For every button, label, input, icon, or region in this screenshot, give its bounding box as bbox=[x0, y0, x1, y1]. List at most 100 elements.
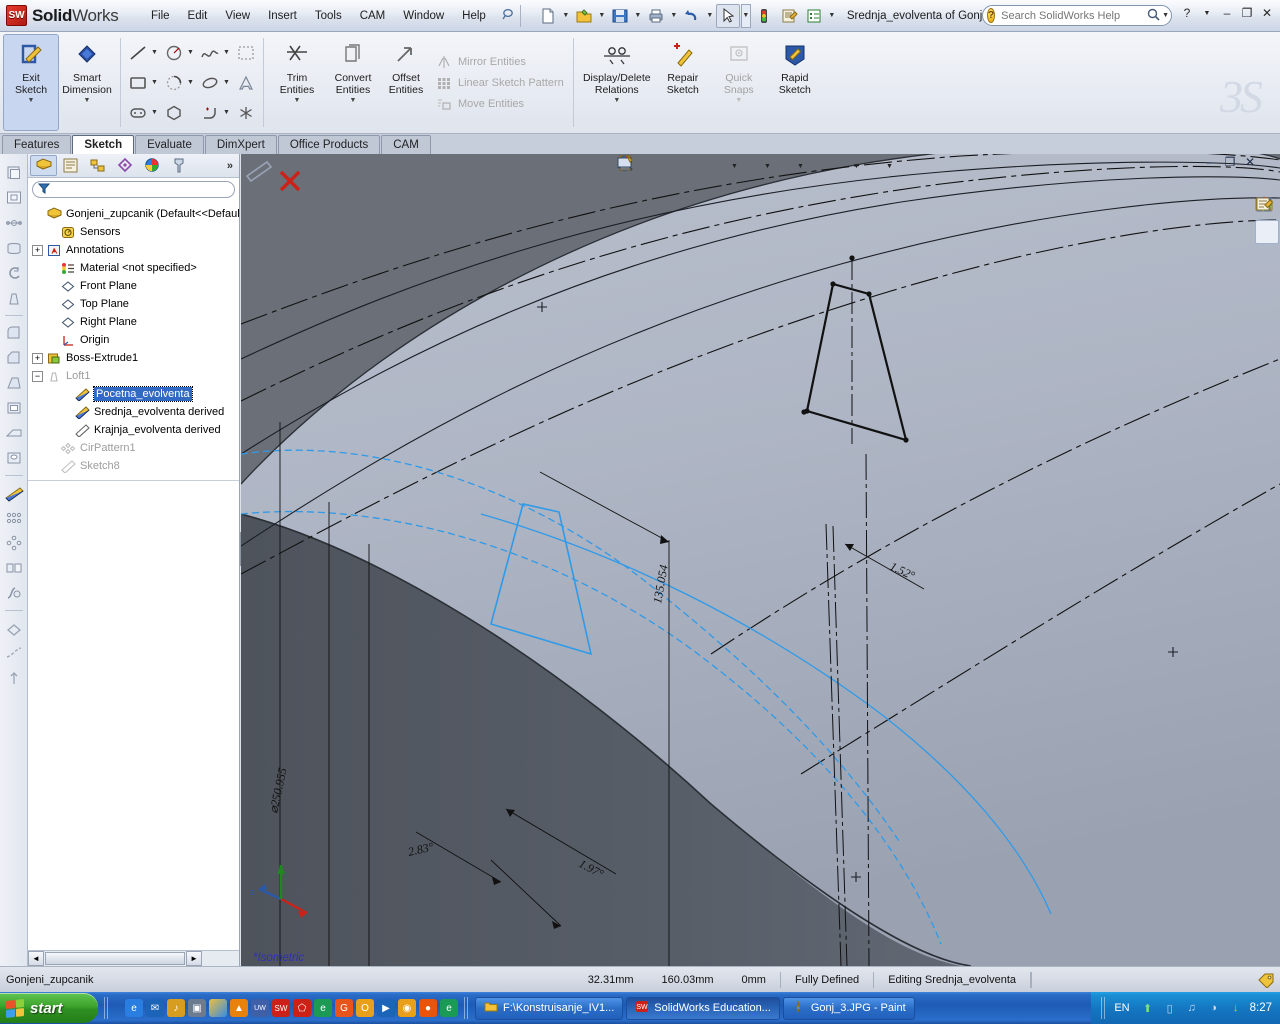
view-settings-icon[interactable] bbox=[617, 155, 885, 177]
tree-item-origin[interactable]: Origin bbox=[28, 331, 239, 349]
search-dropdown[interactable]: ▼ bbox=[1162, 12, 1169, 19]
open-folder-icon[interactable] bbox=[572, 4, 596, 28]
firefox-icon[interactable]: ● bbox=[419, 999, 437, 1017]
display-style-dropdown[interactable]: ▼ bbox=[764, 163, 773, 170]
pushpin-icon[interactable] bbox=[501, 7, 515, 24]
close-button[interactable]: ✕ bbox=[1258, 4, 1276, 22]
view-orientation-dropdown[interactable]: ▼ bbox=[731, 163, 740, 170]
media-player-icon[interactable]: ▶ bbox=[377, 999, 395, 1017]
centerpoint-arc-icon[interactable] bbox=[161, 72, 187, 94]
vlc-icon[interactable]: ▲ bbox=[230, 999, 248, 1017]
network-icon[interactable]: ▯ bbox=[1162, 1000, 1178, 1016]
new-part-icon[interactable] bbox=[3, 162, 25, 184]
undo-dropdown[interactable]: ▼ bbox=[705, 12, 715, 19]
section-view-icon[interactable] bbox=[619, 155, 707, 177]
expander-boss-extrude1[interactable]: + bbox=[32, 352, 43, 364]
graphics-restore-button[interactable]: ❐ bbox=[1222, 154, 1238, 170]
tag-icon[interactable] bbox=[1252, 972, 1280, 988]
tree-item-loft1[interactable]: − Loft1 bbox=[28, 367, 239, 385]
cursor-arrow-icon[interactable] bbox=[715, 3, 740, 28]
select-dropdown[interactable]: ▼ bbox=[740, 3, 751, 28]
expander-annotations[interactable]: + bbox=[32, 244, 43, 256]
tab-features[interactable]: Features bbox=[2, 135, 72, 154]
linear-pattern-icon[interactable] bbox=[3, 507, 25, 529]
zoom-to-area-icon[interactable] bbox=[618, 155, 661, 177]
scroll-left-arrow[interactable]: ◄ bbox=[28, 951, 44, 966]
menu-insert[interactable]: Insert bbox=[259, 6, 306, 26]
slot-icon[interactable] bbox=[125, 102, 151, 124]
fillet-dropdown[interactable]: ▼ bbox=[223, 109, 233, 116]
view-settings-dropdown[interactable]: ▼ bbox=[886, 163, 895, 170]
display-style-icon[interactable] bbox=[618, 155, 763, 177]
tree-item-sketch8[interactable]: Sketch8 bbox=[28, 457, 239, 475]
mirror-icon[interactable] bbox=[3, 557, 25, 579]
file-explorer-icon[interactable] bbox=[1255, 198, 1279, 270]
help-dropdown-arrow[interactable]: ▼ bbox=[1198, 4, 1216, 22]
feature-manager-tab[interactable] bbox=[30, 155, 57, 176]
task-button-solidworks[interactable]: SW SolidWorks Education... bbox=[626, 996, 780, 1020]
printer-icon[interactable] bbox=[644, 4, 668, 28]
tree-item-annotations[interactable]: + Annotations bbox=[28, 241, 239, 259]
tab-office-products[interactable]: Office Products bbox=[277, 135, 381, 154]
feature-manager-expand-chevron[interactable]: » bbox=[227, 160, 237, 172]
tray-grip[interactable] bbox=[1101, 997, 1107, 1019]
print-dropdown[interactable]: ▼ bbox=[669, 12, 679, 19]
revolved-boss-icon[interactable] bbox=[3, 262, 25, 284]
slot-dropdown[interactable]: ▼ bbox=[151, 109, 161, 116]
solidworks-icon[interactable]: SW bbox=[272, 999, 290, 1017]
tab-sketch[interactable]: Sketch bbox=[72, 135, 135, 154]
dimxpert-manager-tab[interactable] bbox=[111, 155, 138, 176]
checklist-icon[interactable] bbox=[802, 4, 826, 28]
edge-legacy-icon[interactable]: e bbox=[440, 999, 458, 1017]
3d-viewer-icon[interactable]: ⬠ bbox=[293, 999, 311, 1017]
tree-item-part[interactable]: Gonjeni_zupcanik (Default<<Default> bbox=[28, 205, 239, 223]
tree-item-front-plane[interactable]: Front Plane bbox=[28, 277, 239, 295]
line-icon[interactable] bbox=[125, 42, 151, 64]
update-icon[interactable]: ↓ bbox=[1228, 1000, 1244, 1016]
restore-button[interactable]: ❐ bbox=[1238, 4, 1256, 22]
tab-dimxpert[interactable]: DimXpert bbox=[204, 135, 277, 154]
office-icon[interactable]: O bbox=[356, 999, 374, 1017]
task-button-explorer[interactable]: F:\Konstruisanje_IV1... bbox=[475, 996, 624, 1020]
tree-item-top-plane[interactable]: Top Plane bbox=[28, 295, 239, 313]
edit-appearance-icon[interactable] bbox=[619, 155, 829, 177]
feature-tree-hscrollbar[interactable]: ◄ ► bbox=[28, 950, 239, 966]
design-library-icon[interactable] bbox=[1255, 197, 1279, 244]
help-button[interactable]: ? bbox=[1178, 4, 1196, 22]
internet-explorer-icon[interactable]: e bbox=[125, 999, 143, 1017]
menu-tools[interactable]: Tools bbox=[306, 6, 351, 26]
display-delete-relations-button[interactable]: Display/Delete Relations ▼ bbox=[579, 34, 655, 131]
lofted-boss-icon[interactable] bbox=[3, 287, 25, 309]
mirror-entities-command[interactable]: Mirror Entities bbox=[435, 54, 564, 70]
hide-show-items-icon[interactable] bbox=[617, 155, 796, 177]
search-input[interactable] bbox=[999, 8, 1146, 23]
custom-properties-icon[interactable] bbox=[1255, 197, 1279, 348]
trim-dropdown[interactable]: ▼ bbox=[294, 97, 301, 104]
arc-dropdown[interactable]: ▼ bbox=[187, 79, 197, 86]
menu-cam[interactable]: CAM bbox=[351, 6, 395, 26]
chamfer-icon[interactable] bbox=[3, 347, 25, 369]
safely-remove-icon[interactable]: ⬆ bbox=[1140, 1000, 1156, 1016]
winrar-icon[interactable]: UW bbox=[251, 999, 269, 1017]
offset-entities-button[interactable]: Offset Entities bbox=[381, 34, 431, 131]
reference-geometry-icon[interactable] bbox=[3, 212, 25, 234]
fillet-icon[interactable] bbox=[3, 322, 25, 344]
opera-gx-icon[interactable]: G bbox=[335, 999, 353, 1017]
menu-window[interactable]: Window bbox=[394, 6, 453, 26]
scroll-thumb[interactable] bbox=[45, 952, 185, 965]
tab-cam[interactable]: CAM bbox=[381, 135, 431, 154]
gear-options-icon[interactable] bbox=[777, 4, 801, 28]
graphics-minimize-button[interactable]: – bbox=[1202, 154, 1218, 170]
tray-clock[interactable]: 8:27 bbox=[1250, 1002, 1272, 1014]
task-button-paint[interactable]: Gonj_3.JPG - Paint bbox=[782, 996, 915, 1020]
move-entities-command[interactable]: Move Entities bbox=[435, 96, 564, 112]
chrome-icon[interactable]: ◉ bbox=[398, 999, 416, 1017]
apply-scene-icon[interactable] bbox=[619, 155, 852, 177]
new-file-icon[interactable] bbox=[536, 4, 560, 28]
quicklaunch-grip[interactable] bbox=[104, 997, 109, 1019]
quick-snaps-button[interactable]: Quick Snaps ▼ bbox=[711, 34, 767, 131]
make-drawing-icon[interactable] bbox=[3, 187, 25, 209]
feature-tree-filter[interactable] bbox=[32, 181, 235, 198]
exit-sketch-dropdown[interactable]: ▼ bbox=[28, 97, 35, 104]
ellipse-dropdown[interactable]: ▼ bbox=[223, 79, 233, 86]
